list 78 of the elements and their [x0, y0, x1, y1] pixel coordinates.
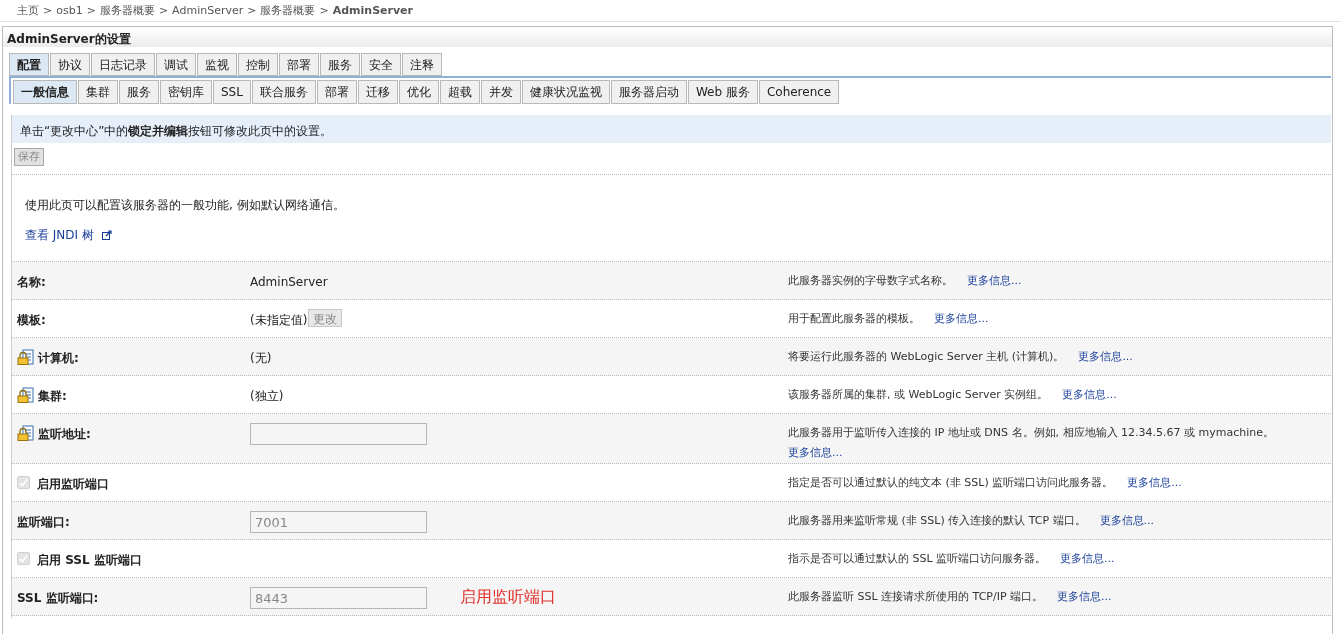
tab[interactable]: 日志记录 [91, 53, 155, 76]
panel-title: AdminServer的设置 [3, 27, 1332, 47]
more-info-link[interactable]: 更多信息... [788, 445, 843, 462]
lock-document-icon [17, 425, 35, 441]
more-info-link[interactable]: 更多信息... [1099, 513, 1155, 530]
field-label: 集群: [38, 388, 67, 405]
tab[interactable]: 密钥库 [160, 80, 212, 104]
breadcrumb-link[interactable]: AdminServer [172, 3, 244, 21]
tab[interactable]: 迁移 [357, 80, 398, 104]
tab[interactable]: 集群 [78, 80, 118, 104]
more-info-link[interactable]: 更多信息... [1062, 387, 1117, 404]
notice-bar: 单击“更改中心”中的锁定并编辑按钮可修改此页中的设置。 [12, 115, 1331, 143]
more-info-link[interactable]: 更多信息... [1060, 551, 1115, 568]
tab[interactable]: 服务器启动 [610, 80, 687, 104]
breadcrumb-link[interactable]: 主页 [17, 3, 39, 21]
tab[interactable]: 超载 [439, 80, 480, 104]
help-text: 用于配置此服务器的模板。 [788, 311, 920, 327]
tab[interactable]: 部署 [279, 53, 319, 76]
more-info-link[interactable]: 更多信息... [1078, 349, 1133, 366]
help-text: 将要运行此服务器的 WebLogic Server 主机 (计算机)。 [788, 349, 1065, 365]
tab[interactable]: 配置 [9, 53, 49, 76]
tab[interactable]: 安全 [361, 53, 401, 76]
more-info-link[interactable]: 更多信息... [934, 311, 989, 328]
breadcrumb-separator: > [158, 3, 169, 19]
tab[interactable]: 服务 [119, 80, 159, 104]
tab[interactable]: 健康状况监视 [521, 80, 610, 104]
help-text: 指定是否可以通过默认的纯文本 (非 SSL) 监听端口访问此服务器。 [788, 475, 1114, 491]
external-link-icon [101, 230, 112, 240]
breadcrumb-link[interactable]: 服务器概要 [260, 3, 316, 21]
description-text: 使用此页可以配置该服务器的一般功能, 例如默认网络通信。 [25, 197, 346, 214]
help-text: 该服务器所属的集群, 或 WebLogic Server 实例组。 [788, 387, 1049, 403]
lock-document-icon [17, 387, 35, 403]
field-value: (独立) [250, 388, 284, 405]
field-label: 监听地址: [38, 426, 91, 443]
field-value: (未指定值) [250, 312, 308, 329]
breadcrumb-separator: > [319, 3, 329, 19]
field-label: 计算机: [38, 350, 79, 367]
help-text: 指示是否可以通过默认的 SSL 监听端口访问服务器。 [788, 551, 1047, 567]
field-label: 名称: [17, 274, 46, 291]
breadcrumb-separator: > [43, 3, 53, 19]
field-label: SSL 监听端口: [17, 590, 99, 607]
lock-document-icon [17, 349, 35, 365]
more-info-link[interactable]: 更多信息... [967, 273, 1022, 290]
tab[interactable]: 服务 [320, 53, 360, 76]
tab[interactable]: 优化 [398, 80, 439, 104]
more-info-link[interactable]: 更多信息... [1057, 589, 1112, 606]
tab[interactable]: 调试 [156, 53, 196, 76]
tab[interactable]: 监视 [197, 53, 237, 76]
help-text: 此服务器用于监听传入连接的 IP 地址或 DNS 名。例如, 相应地输入 12.34.5.67 或 mymachine。 [788, 425, 1274, 441]
more-info-link[interactable]: 更多信息... [1127, 475, 1182, 492]
jndi-tree-link[interactable]: 查看 JNDI 树 [25, 226, 94, 244]
tab[interactable]: 并发 [480, 80, 521, 104]
checkbox[interactable] [17, 476, 30, 489]
field-label: 模板: [17, 312, 46, 329]
breadcrumb-separator: > [86, 3, 96, 19]
field-value: (无) [250, 350, 272, 367]
tab[interactable]: 部署 [316, 80, 357, 104]
tab[interactable]: SSL [213, 80, 251, 104]
tab[interactable]: 联合服务 [251, 80, 316, 104]
annotation: 启用监听端口 [460, 586, 556, 608]
field-label: 监听端口: [17, 514, 70, 531]
tab[interactable]: Coherence [758, 80, 840, 104]
tab[interactable]: 协议 [50, 53, 90, 76]
breadcrumb-link[interactable]: AdminServer [332, 3, 413, 21]
tab[interactable]: Web 服务 [687, 80, 758, 104]
field-label: 启用 SSL 监听端口 [37, 552, 142, 569]
tab[interactable]: 控制 [238, 53, 278, 76]
breadcrumb-link[interactable]: osb1 [56, 3, 83, 21]
field-value: AdminServer [250, 274, 328, 291]
breadcrumb-separator: > [247, 3, 257, 19]
checkbox[interactable] [17, 552, 30, 565]
help-text: 此服务器用来监听常规 (非 SSL) 传入连接的默认 TCP 端口。 [788, 513, 1086, 529]
help-text: 此服务器实例的字母数字式名称。 [788, 273, 953, 289]
tab[interactable]: 注释 [402, 53, 442, 76]
field-label: 启用监听端口 [37, 476, 109, 493]
help-text: 此服务器监听 SSL 连接请求所使用的 TCP/IP 端口。 [788, 589, 1044, 605]
breadcrumb-link[interactable]: 服务器概要 [99, 3, 155, 21]
tab[interactable]: 一般信息 [13, 80, 77, 104]
